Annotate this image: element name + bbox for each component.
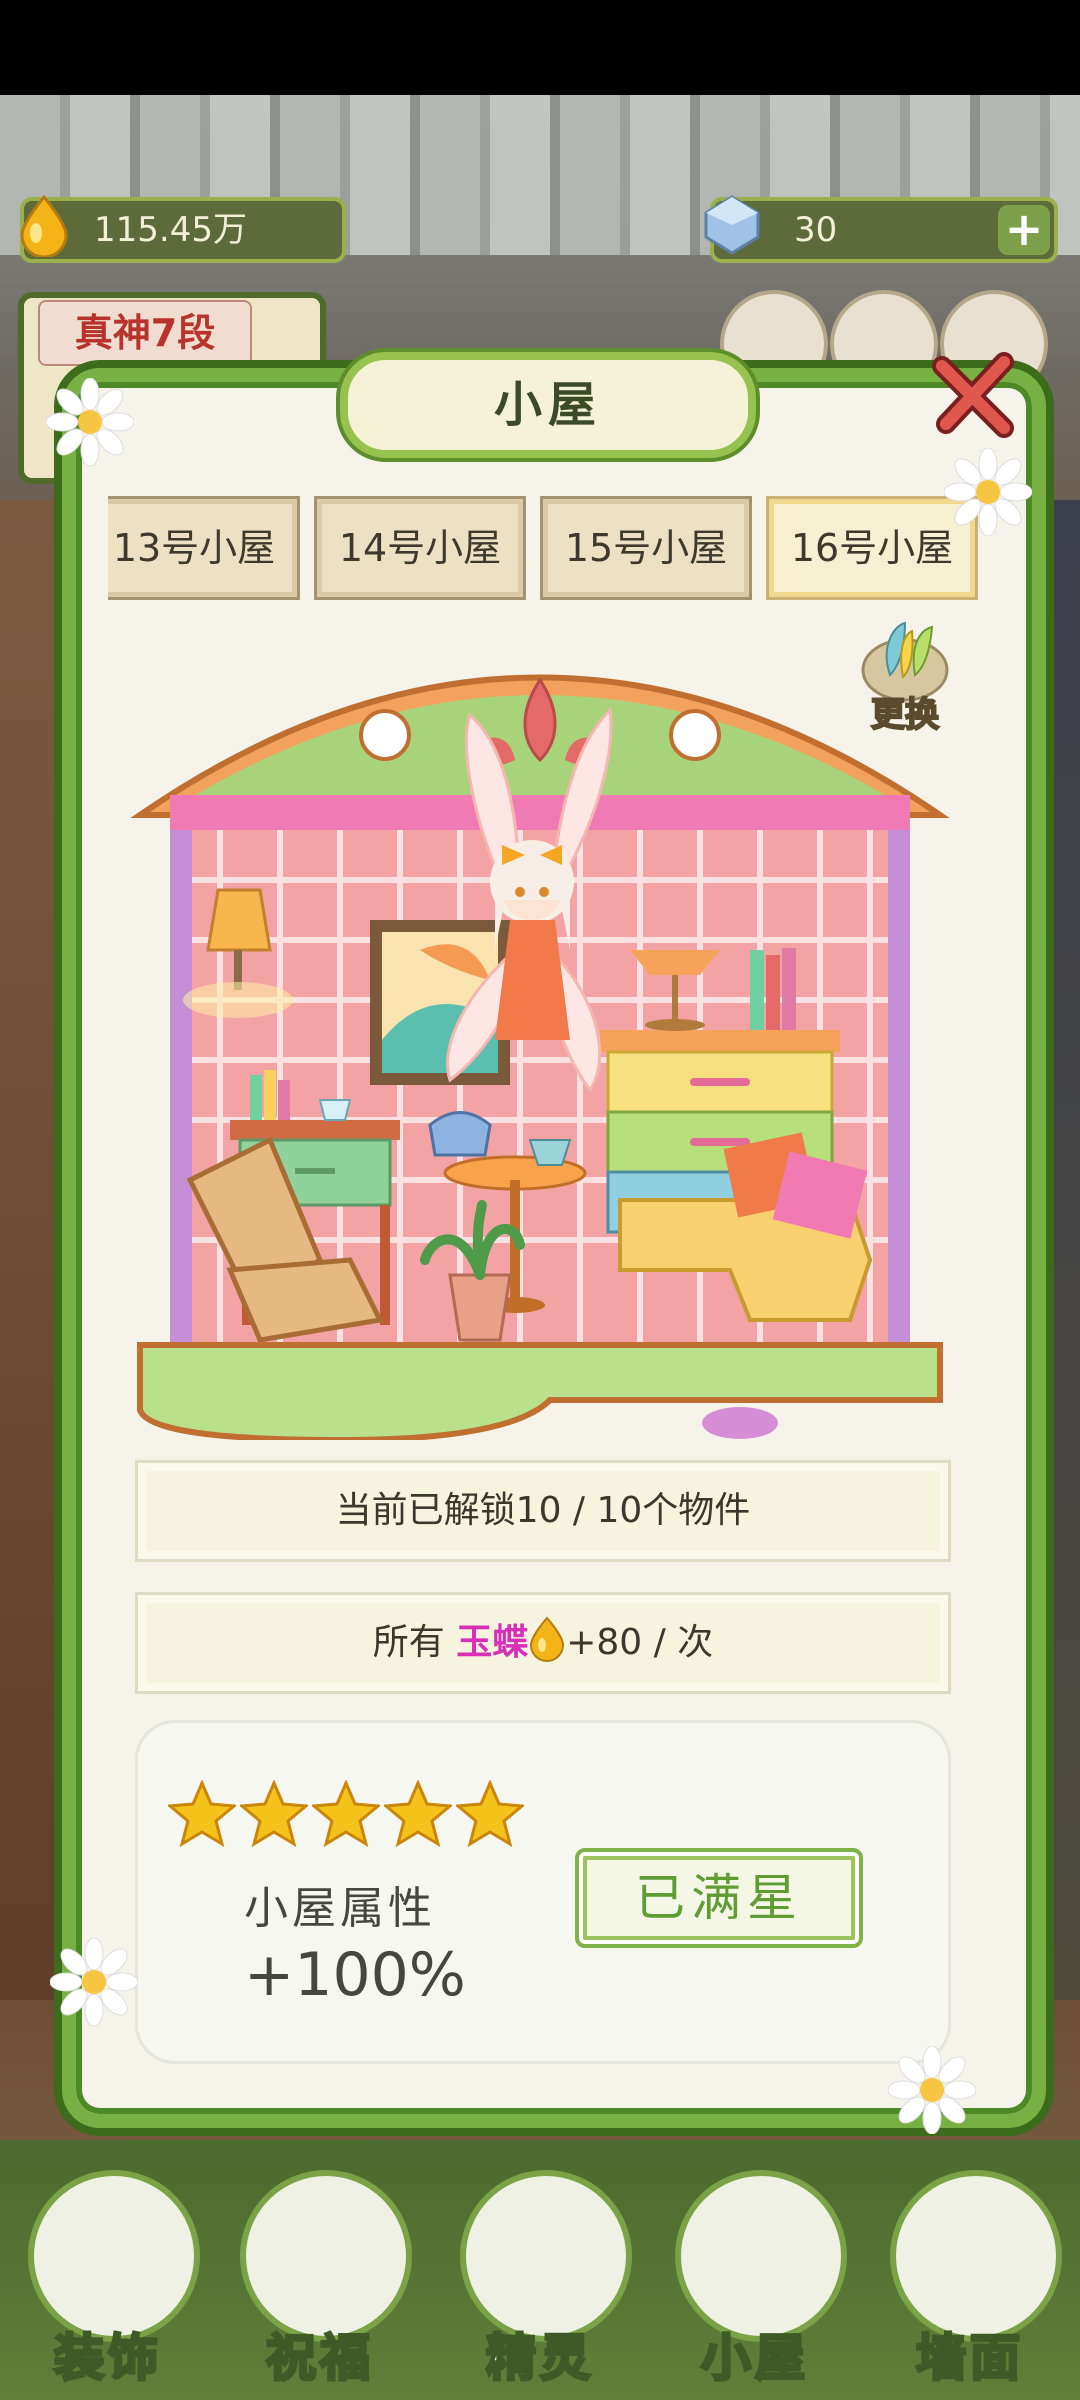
close-button[interactable] (928, 348, 1020, 440)
star-rating (168, 1780, 528, 1852)
nav-house-label: 小屋 (700, 2328, 809, 2389)
tab-house-15[interactable]: 15号小屋 (540, 496, 752, 600)
bonus-suffix: +80 / 次 (566, 1622, 714, 1663)
nav-decorate[interactable]: 装饰 (18, 2170, 200, 2390)
nav-house[interactable]: 小屋 (665, 2170, 847, 2390)
gems-counter: 30 + (704, 195, 1058, 263)
nav-decorate-label: 装饰 (53, 2328, 162, 2389)
plant-icon (28, 2170, 200, 2342)
star-icon (312, 1780, 380, 1848)
drops-value: 115.45万 (94, 210, 247, 250)
daisy-icon (944, 448, 1032, 536)
star-icon (168, 1780, 236, 1848)
nav-wall[interactable]: 墙面 (880, 2170, 1062, 2390)
daisy-icon (50, 1938, 138, 2026)
left-scene-edge (0, 500, 70, 2000)
max-star-button[interactable]: 已满星 (575, 1848, 863, 1948)
fairy-icon (460, 2170, 632, 2342)
tab-house-13[interactable]: 13号小屋 (108, 496, 300, 600)
water-drop-icon (20, 194, 68, 257)
bonus-prefix: 所有 (372, 1622, 457, 1663)
unlock-text: 当前已解锁10 / 10个物件 (335, 1490, 751, 1531)
star-icon (384, 1780, 452, 1848)
house-illustration (130, 674, 950, 1440)
nav-fairy[interactable]: 精灵 (450, 2170, 632, 2390)
bonus-bar: 所有 玉蝶 +80 / 次 (135, 1592, 951, 1694)
gem-icon (704, 195, 760, 255)
bonus-fairy-name: 玉蝶 (456, 1622, 529, 1663)
house-tabs: 13号小屋 14号小屋 15号小屋 16号小屋 (108, 496, 978, 600)
nav-blessing-label: 祝福 (265, 2328, 374, 2389)
unlock-progress-bar: 当前已解锁10 / 10个物件 (135, 1460, 951, 1562)
nav-fairy-label: 精灵 (485, 2328, 594, 2389)
star-icon (456, 1780, 524, 1848)
gems-value: 30 (794, 210, 838, 250)
daisy-icon (888, 2046, 976, 2134)
butterfly-icon (240, 2170, 412, 2342)
property-value: +100% (244, 1940, 466, 2010)
house-icon (675, 2170, 847, 2342)
property-label: 小屋属性 (244, 1883, 436, 1934)
daisy-icon (46, 378, 134, 466)
bell-icon (890, 2170, 1062, 2342)
add-gems-button[interactable]: + (998, 205, 1050, 255)
nav-blessing[interactable]: 祝福 (230, 2170, 412, 2390)
rank-badge: 真神7段 (38, 300, 252, 366)
status-bar (0, 0, 1080, 95)
close-icon (932, 352, 1014, 438)
water-drop-icon (530, 1616, 565, 1662)
tab-house-14[interactable]: 14号小屋 (314, 496, 526, 600)
modal-title: 小屋 (340, 352, 756, 458)
add-gems-label: + (1004, 202, 1044, 256)
nav-wall-label: 墙面 (915, 2328, 1024, 2389)
drops-counter: 115.45万 (20, 194, 346, 263)
star-icon (240, 1780, 308, 1848)
